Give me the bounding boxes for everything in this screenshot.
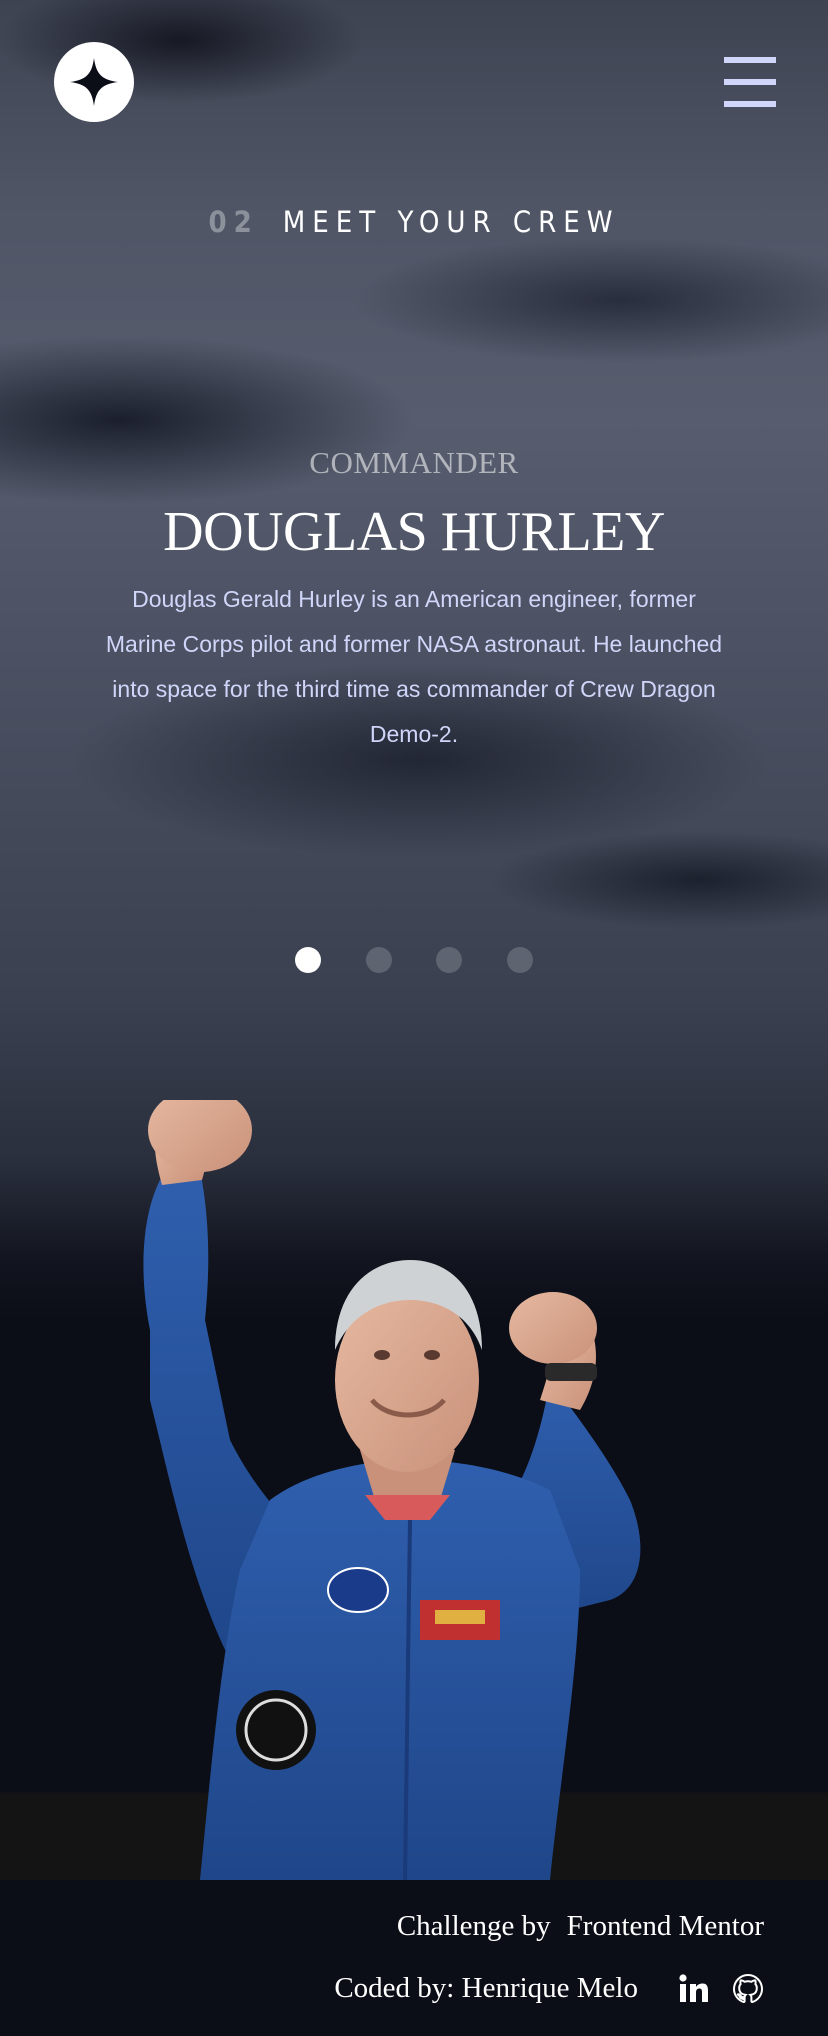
pagination-dot-3[interactable] [436, 947, 462, 973]
menu-bar [724, 79, 776, 85]
footer-credits: Coded by: Henrique Melo [334, 1972, 764, 2005]
star-logo-icon [70, 58, 118, 106]
crew-member-image [143, 1100, 641, 1880]
pagination-dot-2[interactable] [366, 947, 392, 973]
crew-name: DOUGLAS HURLEY [163, 501, 665, 563]
crew-bio: Douglas Gerald Hurley is an American eng… [105, 586, 723, 747]
coded-by-prefix: Coded by: [334, 1972, 455, 2004]
crew-pagination [295, 947, 535, 973]
github-icon[interactable] [732, 1973, 764, 2005]
footer-challenge: Challenge by Frontend Mentor [397, 1910, 764, 1943]
crew-page: 02 MEET YOUR CREW COMMANDER DOUGLAS HURLE… [0, 0, 828, 2036]
crew-role: COMMANDER [309, 445, 519, 480]
page-title: 02 MEET YOUR CREW [0, 205, 828, 239]
pagination-dot-1[interactable] [295, 947, 321, 973]
page-number: 02 [208, 205, 259, 239]
linkedin-icon[interactable] [678, 1973, 710, 2005]
logo[interactable] [54, 42, 134, 122]
hamburger-menu-icon[interactable] [724, 55, 776, 109]
author-link[interactable]: Henrique Melo [462, 1972, 638, 2005]
footer: Challenge by Frontend Mentor Coded by: He… [0, 1880, 828, 2036]
pagination-dot-4[interactable] [507, 947, 533, 973]
menu-bar [724, 57, 776, 63]
challenge-prefix: Challenge by [396, 1910, 551, 1942]
page-title-text: MEET YOUR CREW [282, 205, 620, 239]
frontend-mentor-link[interactable]: Frontend Mentor [567, 1910, 764, 1942]
menu-bar [724, 101, 776, 107]
